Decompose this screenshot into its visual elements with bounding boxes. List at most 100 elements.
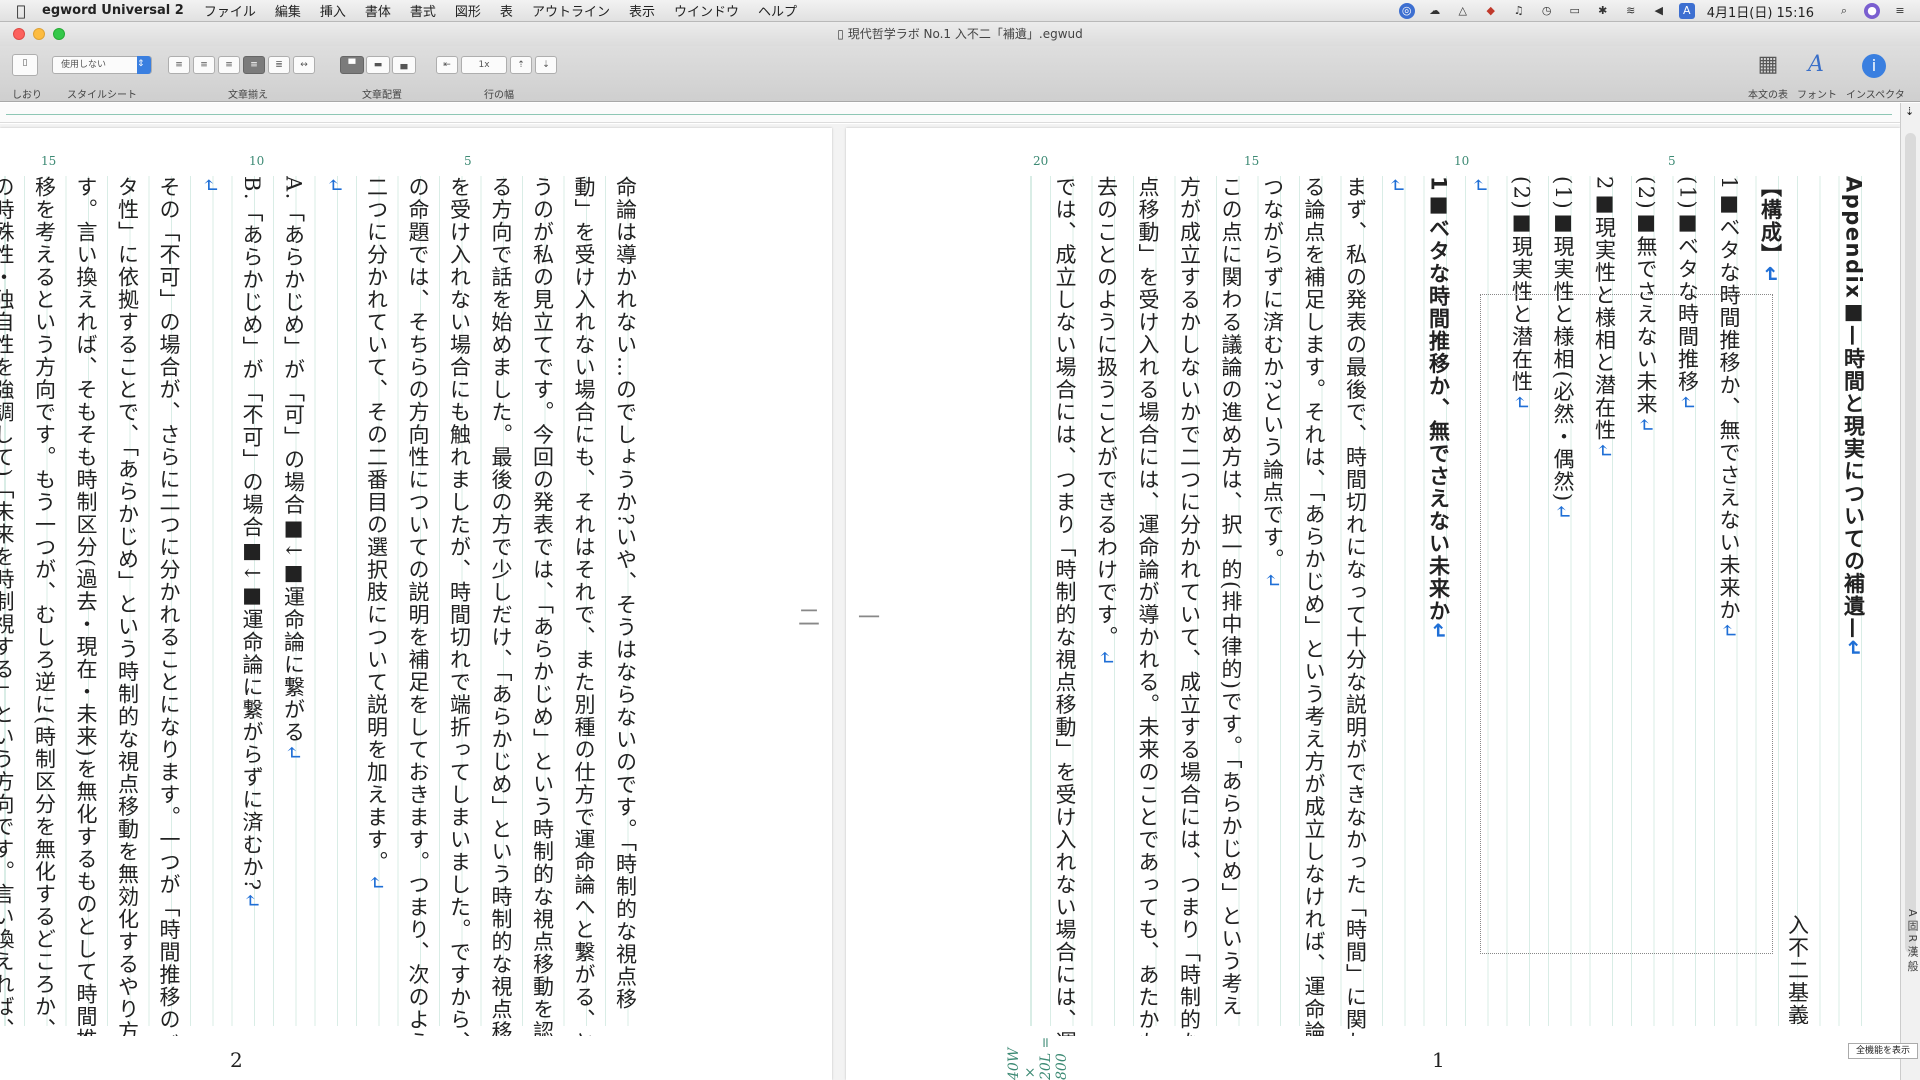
align-distribute-icon[interactable]: ≣ — [268, 56, 290, 74]
horizontal-ruler[interactable] — [0, 103, 1900, 123]
tray-app-icon[interactable]: ◎ — [1398, 3, 1415, 19]
document-area[interactable]: 15 10 5 命論は導かれない…のでしょうか?いや、そうはならないのです。「時… — [0, 124, 1900, 1080]
menu-view[interactable]: 表示 — [629, 1, 655, 20]
menu-shape[interactable]: 図形 — [455, 1, 481, 20]
input-method-icon[interactable]: A — [1678, 3, 1695, 19]
return-mark-icon: ↵ — [1385, 176, 1409, 196]
contents-frame[interactable] — [1480, 294, 1773, 954]
menubar-clock[interactable]: 4月1日(日) 15:16 — [1707, 2, 1814, 21]
text-line-content: 動」を受け入れない場合にも、それはそれで、また別種の仕方で運命論へと繋がる、とい — [572, 176, 596, 1036]
text-line[interactable]: この点に関わる議論の進め方は、択一的(排中律的)です。「あらかじめ」という考え — [1210, 176, 1252, 1036]
line-spacing-up-icon[interactable]: ⇡ — [510, 56, 532, 74]
text-line-content: の命題では、そちらの方向性についての説明を補足をしておきます。つまり、次のように — [406, 176, 430, 1036]
text-line[interactable]: 点移動」を受け入れる場合には、運命論が導かれる。未来のことであっても、あたかも過 — [1127, 176, 1169, 1036]
text-line-content: では、成立しない場合には、つまり「時制的な視点移動」を受け入れない場合には、運 — [1053, 176, 1077, 1036]
return-mark-icon: ↵ — [364, 873, 389, 893]
text-line[interactable]: 二つに分かれていて、その二番目の選択肢について説明を加えます。↵ — [355, 176, 397, 1036]
input-mode-panel[interactable]: A 固 R 漢 般 — [1898, 870, 1920, 1010]
text-line[interactable]: ↵ — [189, 176, 231, 1036]
text-line[interactable]: 方が成立するかしないかで二つに分かれていて、成立する場合には、つまり「時制的な視 — [1168, 176, 1210, 1036]
line-spacing-down-icon[interactable]: ⇣ — [535, 56, 557, 74]
display-icon[interactable]: ▭ — [1567, 3, 1583, 19]
column-number: 15 — [41, 154, 57, 168]
text-line[interactable]: B.「あらかじめ」が「不可」の場合■↓■運命論に繋がらずに済むか?↵ — [231, 176, 273, 1036]
volume-icon[interactable]: ◀ — [1651, 3, 1667, 19]
menu-outline[interactable]: アウトライン — [532, 1, 610, 20]
table-icon[interactable]: ▦ — [1754, 52, 1782, 80]
bluetooth-icon[interactable]: ✱ — [1595, 3, 1611, 19]
place-middle-icon[interactable]: ▬ — [366, 56, 390, 74]
text-line[interactable]: る方向で話を始めました。最後の方で少しだけ、「あらかじめ」という時制的な視点移動 — [480, 176, 522, 1036]
text-line[interactable]: タ性」に依拠することで、「あらかじめ」という時制的な視点移動を無効化するやり方で — [106, 176, 148, 1036]
siri-icon[interactable]: ● — [1864, 3, 1880, 19]
text-line[interactable]: では、成立しない場合には、つまり「時制的な視点移動」を受け入れない場合には、運 — [1044, 176, 1086, 1036]
return-mark-icon: ↵ — [1468, 176, 1492, 196]
menu-edit[interactable]: 編集 — [275, 1, 301, 20]
scroll-arrow-icon[interactable]: ⇣ — [1905, 105, 1914, 118]
input-mode-labels: A 固 R 漢 般 — [1906, 908, 1919, 972]
text-line[interactable]: る論点を補足します。それは、「あらかじめ」という考え方が成立しなければ、運命論に — [1293, 176, 1335, 1036]
text-line[interactable]: を受け入れない場合にも触れましたが、時間切れで端折ってしまいました。ですから、こ — [438, 176, 480, 1036]
apple-icon[interactable]:  — [0, 2, 42, 20]
menu-file[interactable]: ファイル — [204, 1, 256, 20]
text-line[interactable]: 命論は導かれない…のでしょうか?いや、そうはならないのです。「時制的な視点移 — [604, 176, 646, 1036]
text-line[interactable]: 去のことのように扱うことができるわけです。↵ — [1085, 176, 1127, 1036]
menu-insert[interactable]: 挿入 — [320, 1, 346, 20]
text-line[interactable]: の命題では、そちらの方向性についての説明を補足をしておきます。つまり、次のように — [397, 176, 439, 1036]
font-icon[interactable]: A — [1802, 52, 1830, 80]
tray-a-icon[interactable]: △ — [1455, 3, 1471, 19]
app-name-menu[interactable]: egword Universal 2 — [42, 3, 184, 18]
shield-icon[interactable]: ◆ — [1483, 3, 1499, 19]
text-line[interactable]: 動」を受け入れない場合にも、それはそれで、また別種の仕方で運命論へと繋がる、とい — [563, 176, 605, 1036]
text-line[interactable]: ↵ — [314, 176, 356, 1036]
text-line[interactable]: うのが私の見立てです。今回の発表では、「あらかじめ」という時制的な視点移動を認め — [521, 176, 563, 1036]
inspector-icon[interactable]: i — [1862, 54, 1886, 78]
text-line[interactable] — [1791, 176, 1833, 1036]
text-line[interactable]: A.「あらかじめ」が「可」の場合■↓■運命論に繋がる↵ — [272, 176, 314, 1036]
bell-icon[interactable]: ♫ — [1511, 3, 1527, 19]
line-width-shrink-icon[interactable]: ⇤ — [436, 56, 458, 74]
align-center-icon[interactable]: ≡ — [193, 56, 215, 74]
select-arrows-icon: ⇕ — [137, 56, 151, 74]
text-line[interactable]: つながらずに済むか?という論点です。↵ — [1251, 176, 1293, 1036]
text-line[interactable]: ↵ — [1376, 176, 1418, 1036]
text-line[interactable]: まず、私の発表の最後で、時間切れになって十分な説明ができなかった「時間」に関わ — [1334, 176, 1376, 1036]
inspector-label: インスペクタ — [1846, 90, 1905, 101]
line-width-value[interactable]: 1x — [461, 56, 507, 74]
align-bottom-icon[interactable]: ≡ — [218, 56, 240, 74]
align-spread-icon[interactable]: ↔ — [293, 56, 315, 74]
time-machine-icon[interactable]: ◷ — [1539, 3, 1555, 19]
place-bottom-icon[interactable]: ▄ — [392, 56, 416, 74]
zoom-window-button[interactable] — [53, 28, 65, 40]
page-center-mark: 二 — [798, 606, 821, 631]
page-center-mark: 一 — [858, 606, 881, 631]
menu-table[interactable]: 表 — [500, 1, 513, 20]
style-select[interactable]: 使用しない ⇕ — [52, 56, 152, 74]
text-line-content: 命論は導かれない…のでしょうか?いや、そうはならないのです。「時制的な視点移 — [613, 176, 638, 1011]
menu-window[interactable]: ウインドウ — [674, 1, 739, 20]
place-top-icon[interactable]: ▀ — [340, 56, 364, 74]
text-line[interactable]: 移を考えるという方向です。もう一つが、むしろ逆に(時制区分を無化するどころか、そ — [23, 176, 65, 1036]
text-line[interactable]: Appendix■—時間と現実についての補遺—↵ — [1832, 176, 1874, 1036]
text-line[interactable]: の時殊性・独自性を強調して)「未来を時制視する」という方向です。言い換えれば、 — [0, 176, 23, 1036]
text-line[interactable]: す。言い換えれば、そもそも時制区分(過去・現在・未来)を無化するものとして時間推 — [65, 176, 107, 1036]
align-top-icon[interactable]: ≡ — [168, 56, 190, 74]
align-justify-icon[interactable]: ≡ — [243, 56, 265, 74]
text-line[interactable]: その「不可」の場合が、さらに二つに分かれることになります。一つが「時間推移のベ — [148, 176, 190, 1036]
text-line-content: うのが私の見立てです。今回の発表では、「あらかじめ」という時制的な視点移動を認め — [530, 176, 555, 1036]
menu-format[interactable]: 書式 — [410, 1, 436, 20]
show-all-features-button[interactable]: 全機能を表示 — [1848, 1043, 1918, 1059]
spotlight-icon[interactable]: ⌕ — [1836, 3, 1852, 19]
page-2[interactable]: 15 10 5 命論は導かれない…のでしょうか?いや、そうはならないのです。「時… — [0, 128, 832, 1080]
minimize-window-button[interactable] — [33, 28, 45, 40]
placement-label: 文章配置 — [362, 90, 402, 101]
menu-help[interactable]: ヘルプ — [758, 1, 797, 20]
bookmark-button[interactable]: ▯ — [12, 54, 38, 76]
close-window-button[interactable] — [13, 28, 25, 40]
text-line[interactable]: 1■ベタな時間推移か、無でさえない未来か↵ — [1417, 176, 1459, 1036]
menu-typeface[interactable]: 書体 — [365, 1, 391, 20]
cloud-icon[interactable]: ☁ — [1427, 3, 1443, 19]
wifi-icon[interactable]: ≋ — [1623, 3, 1639, 19]
scroll-thumb[interactable] — [1905, 133, 1916, 953]
notification-center-icon[interactable]: ≡ — [1892, 3, 1908, 19]
